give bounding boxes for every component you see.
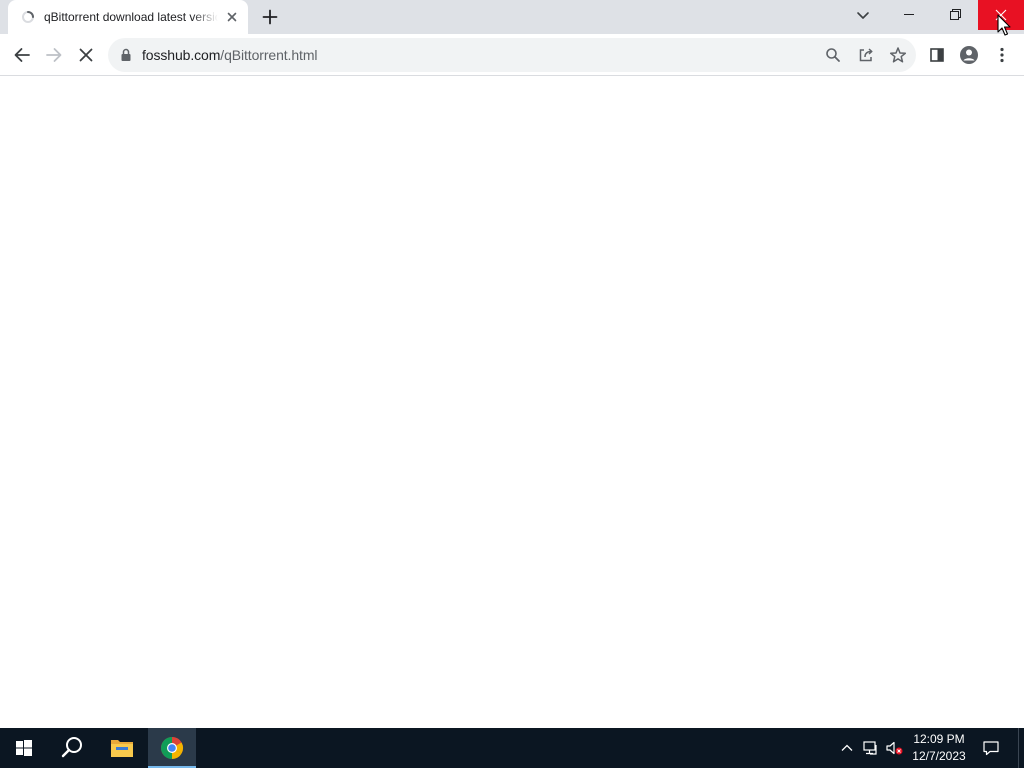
mouse-cursor-icon	[997, 14, 1011, 36]
new-tab-button[interactable]	[258, 5, 282, 29]
star-icon[interactable]	[886, 43, 910, 67]
show-desktop-button[interactable]	[1018, 728, 1024, 768]
back-button[interactable]	[6, 39, 38, 71]
url-host: fosshub.com	[142, 47, 221, 63]
profile-icon[interactable]	[953, 39, 985, 71]
taskbar-search-button[interactable]	[48, 728, 96, 768]
chrome-icon	[161, 737, 183, 759]
browser-toolbar: fosshub.com/qBittorrent.html	[0, 34, 1024, 76]
search-icon[interactable]	[821, 43, 845, 67]
desktop-screen: qBittorrent download latest version foss…	[0, 0, 1024, 768]
minimize-icon	[904, 14, 914, 15]
clock-time: 12:09 PM	[913, 732, 965, 746]
notification-icon[interactable]	[981, 738, 1001, 758]
share-icon[interactable]	[854, 43, 878, 67]
stop-loading-button[interactable]	[70, 39, 102, 71]
window-restore-button[interactable]	[932, 0, 978, 30]
loading-spinner-icon	[22, 11, 34, 23]
lock-icon[interactable]	[118, 47, 134, 63]
url-text[interactable]: fosshub.com/qBittorrent.html	[142, 47, 318, 63]
file-explorer-icon	[111, 740, 133, 757]
browser-tab[interactable]: qBittorrent download latest version	[8, 0, 248, 34]
volume-muted-icon[interactable]	[884, 738, 904, 758]
side-panel-icon[interactable]	[921, 39, 953, 71]
taskbar-file-explorer[interactable]	[98, 728, 146, 768]
window-minimize-button[interactable]	[886, 0, 932, 30]
tab-title: qBittorrent download latest version	[44, 10, 218, 24]
tab-close-icon[interactable]	[224, 9, 240, 25]
restore-icon	[950, 9, 961, 20]
tab-strip: qBittorrent download latest version	[0, 0, 1024, 34]
kebab-menu-icon[interactable]	[986, 39, 1018, 71]
url-path: /qBittorrent.html	[220, 47, 318, 63]
search-icon	[61, 737, 82, 758]
start-button[interactable]	[0, 728, 48, 768]
address-bar[interactable]: fosshub.com/qBittorrent.html	[108, 38, 916, 72]
chevron-up-icon[interactable]	[837, 738, 857, 758]
clock-date: 12/7/2023	[912, 749, 966, 763]
page-content	[0, 77, 1024, 728]
taskbar-chrome[interactable]	[148, 728, 196, 768]
forward-button[interactable]	[38, 39, 70, 71]
taskbar-clock[interactable]: 12:09 PM 12/7/2023	[906, 731, 972, 765]
windows-taskbar: 12:09 PM 12/7/2023	[0, 728, 1024, 768]
network-icon[interactable]	[861, 738, 881, 758]
windows-start-icon	[16, 740, 32, 756]
tab-search-chevron-down-icon[interactable]	[851, 3, 875, 27]
